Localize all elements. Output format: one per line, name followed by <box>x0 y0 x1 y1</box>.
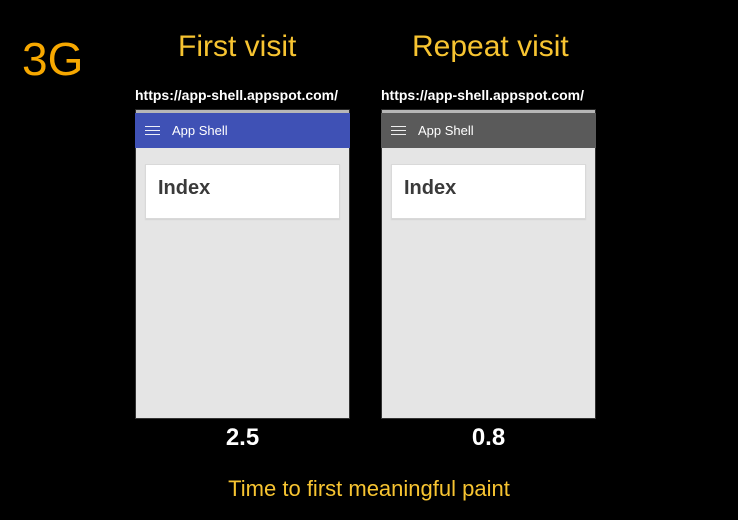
app-body: Index <box>381 148 596 235</box>
content-card: Index <box>145 164 340 219</box>
app-toolbar: App Shell <box>381 113 596 148</box>
app-toolbar: App Shell <box>135 113 350 148</box>
first-visit-timing: 2.5 <box>135 424 350 452</box>
card-title: Index <box>158 177 327 200</box>
slide-caption: Time to first meaningful paint <box>0 476 738 502</box>
repeat-visit-timing: 0.8 <box>381 424 596 452</box>
content-card: Index <box>391 164 586 219</box>
column-heading-repeat-visit: Repeat visit <box>412 30 569 64</box>
repeat-visit-screenshot: https://app-shell.appspot.com/ App Shell… <box>381 87 596 419</box>
network-type-label: 3G <box>22 32 83 86</box>
slide: 3G First visit Repeat visit https://app-… <box>0 0 738 520</box>
card-title: Index <box>404 177 573 200</box>
phone-frame: App Shell Index <box>381 109 596 419</box>
column-heading-first-visit: First visit <box>178 30 296 64</box>
toolbar-title: App Shell <box>418 123 474 138</box>
url-label: https://app-shell.appspot.com/ <box>381 87 596 109</box>
app-body: Index <box>135 148 350 235</box>
phone-frame: App Shell Index <box>135 109 350 419</box>
url-label: https://app-shell.appspot.com/ <box>135 87 350 109</box>
hamburger-icon[interactable] <box>145 126 160 136</box>
first-visit-screenshot: https://app-shell.appspot.com/ App Shell… <box>135 87 350 419</box>
hamburger-icon[interactable] <box>391 126 406 136</box>
toolbar-title: App Shell <box>172 123 228 138</box>
